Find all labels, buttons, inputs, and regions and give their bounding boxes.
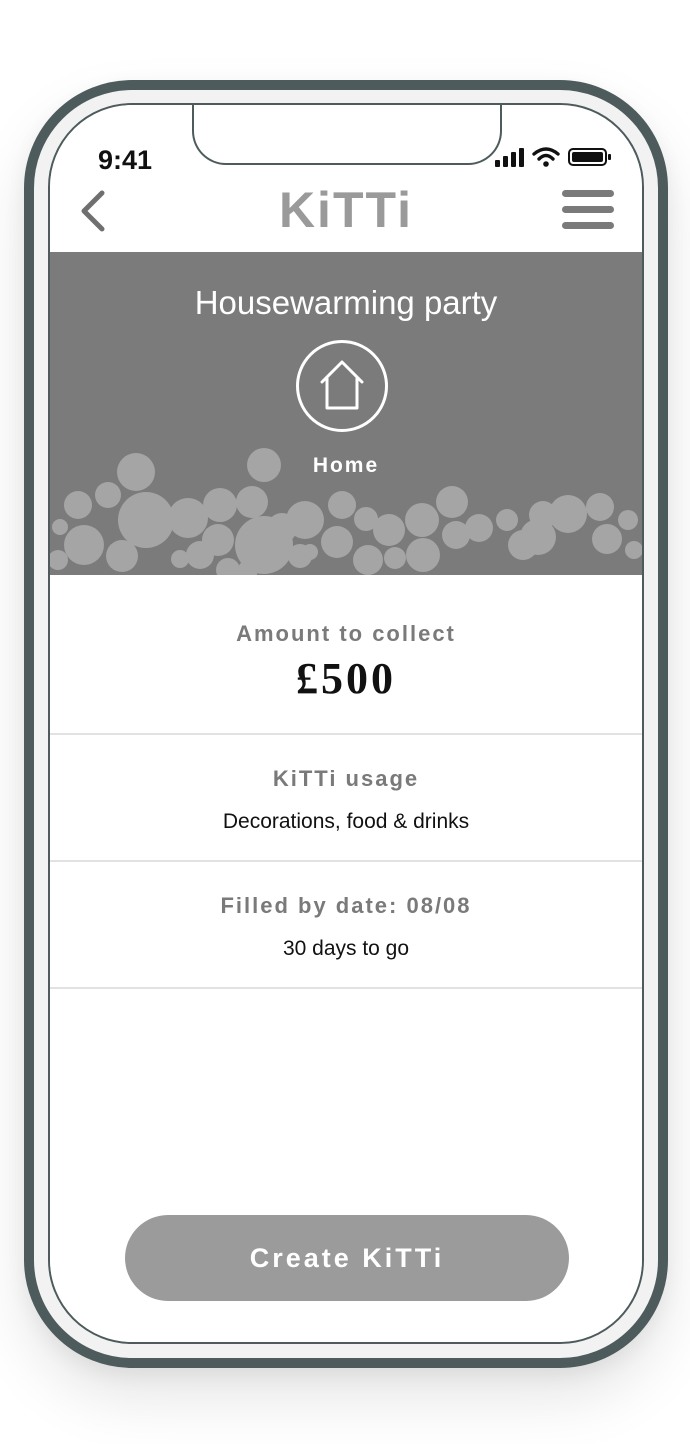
bubble [321, 526, 353, 558]
bubble [592, 524, 622, 554]
bubble [520, 519, 556, 555]
date-value: 30 days to go [282, 937, 410, 960]
bubble [405, 503, 439, 537]
bubble [302, 544, 318, 560]
house-icon [320, 360, 364, 410]
bubble [216, 558, 240, 575]
category-icon-circle[interactable] [296, 340, 388, 432]
date-label: Filled by date: 08/08 [220, 893, 472, 918]
category-label: Home [312, 454, 380, 477]
wifi-icon [532, 147, 560, 167]
bubble [618, 510, 638, 530]
bubble [328, 491, 356, 519]
bubble [186, 541, 214, 569]
bubble [384, 547, 406, 569]
bubble [465, 514, 493, 542]
bubble [586, 493, 614, 521]
event-hero: Housewarming party Home [50, 252, 642, 575]
phone-screen: 9:41 KiTTi Housewarming party Home Amoun… [48, 103, 644, 1344]
usage-section: KiTTi usage Decorations, food & drinks [50, 735, 642, 862]
bubble [168, 498, 208, 538]
bubble [625, 541, 642, 559]
bubble [52, 519, 68, 535]
app-screen: 9:41 KiTTi Housewarming party Home Amoun… [50, 105, 642, 1342]
event-title: Housewarming party [194, 284, 498, 321]
amount-label: Amount to collect [236, 621, 456, 646]
bubble [203, 488, 237, 522]
create-kitti-button[interactable]: Create KiTTi [125, 1215, 569, 1301]
bubble [353, 545, 383, 575]
hamburger-menu-icon[interactable] [562, 190, 614, 230]
battery-icon [568, 148, 611, 166]
date-section: Filled by date: 08/08 30 days to go [50, 862, 642, 989]
bubble [118, 492, 174, 548]
bubble [64, 525, 104, 565]
phone-notch [192, 105, 502, 165]
bubble [549, 495, 587, 533]
bubble [436, 486, 468, 518]
amount-value: £500 [296, 654, 396, 703]
status-icons [494, 147, 612, 167]
bubble [373, 514, 405, 546]
amount-section: Amount to collect £500 [50, 575, 642, 735]
status-time: 9:41 [98, 145, 153, 175]
bubble [50, 550, 68, 570]
bubble [236, 486, 268, 518]
usage-value: Decorations, food & drinks [222, 810, 470, 833]
bubble [171, 550, 189, 568]
bubble [106, 540, 138, 572]
signal-icon [495, 148, 524, 167]
bubble [64, 491, 92, 519]
bubble [496, 509, 518, 531]
usage-label: KiTTi usage [272, 766, 420, 791]
app-logo: KiTTi [278, 182, 414, 238]
bubble [406, 538, 440, 572]
bubble [286, 501, 324, 539]
bubble [95, 482, 121, 508]
